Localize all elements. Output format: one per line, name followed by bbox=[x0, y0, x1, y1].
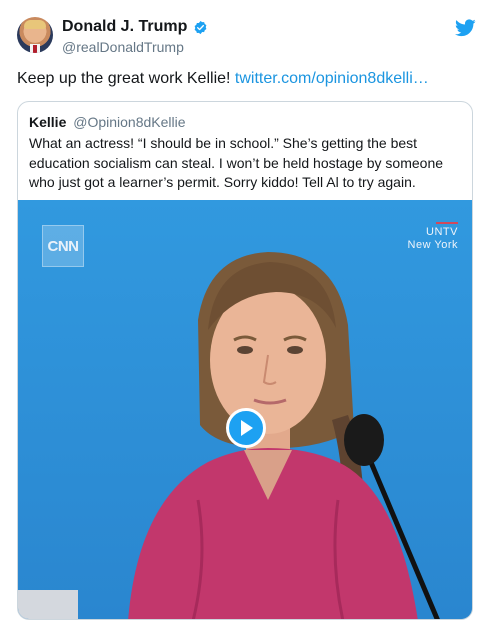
video-thumbnail[interactable]: CNN UNTV New York bbox=[18, 200, 472, 619]
cnn-logo: CNN bbox=[42, 225, 84, 267]
author-row: Donald J. Trump bbox=[62, 18, 208, 36]
avatar-hair bbox=[24, 20, 46, 29]
quoted-tweet-header: Kellie @Opinion8dKellie bbox=[29, 114, 186, 130]
play-icon bbox=[241, 420, 253, 436]
play-button[interactable] bbox=[226, 408, 266, 448]
twitter-bird-icon[interactable] bbox=[455, 19, 476, 37]
author-handle[interactable]: @realDonaldTrump bbox=[62, 39, 184, 55]
avatar-tie bbox=[33, 45, 37, 53]
quoted-author-handle[interactable]: @Opinion8dKellie bbox=[73, 114, 185, 130]
network-watermark: UNTV New York bbox=[408, 222, 458, 252]
quoted-tweet-text: What an actress! “I should be in school.… bbox=[29, 135, 444, 190]
display-name[interactable]: Donald J. Trump bbox=[62, 18, 187, 36]
network-line1: UNTV bbox=[426, 226, 458, 238]
network-line2: New York bbox=[407, 239, 458, 251]
watermark-bar bbox=[436, 222, 458, 224]
verified-badge-icon bbox=[194, 20, 207, 34]
tweet-body: Keep up the great work Kellie! bbox=[17, 70, 231, 87]
tweet-link[interactable]: twitter.com/opinion8dkelli… bbox=[235, 70, 429, 87]
avatar[interactable] bbox=[17, 17, 53, 53]
tweet-text: Keep up the great work Kellie! twitter.c… bbox=[17, 69, 429, 89]
quoted-author-name[interactable]: Kellie bbox=[29, 114, 66, 130]
quoted-tweet-card[interactable]: Kellie @Opinion8dKellie What an actress!… bbox=[17, 101, 473, 620]
